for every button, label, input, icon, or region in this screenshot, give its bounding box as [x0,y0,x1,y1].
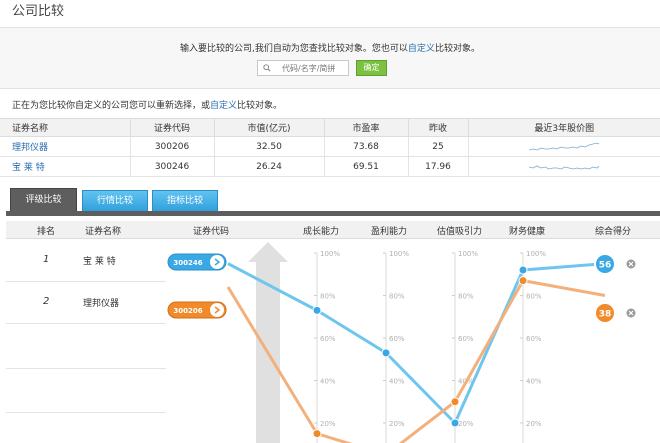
score-value: 38 [599,310,612,320]
code-badge-label: 300246 [173,259,202,267]
axis-tick-label: 100% [526,250,546,258]
series-line [227,262,606,425]
axis-tick-label: 80% [458,293,474,301]
score-value: 56 [599,261,612,271]
axis-tick-label: 60% [526,335,542,343]
data-point [450,418,460,428]
company-compare-page: 公司比较 输入要比较的公司,我们自动为您查找比较对象。您也可以自定义比较对象。 … [0,0,660,443]
chevron-right-icon [210,303,224,317]
up-arrow-icon [248,242,288,443]
axis-tick-label: 20% [320,420,336,428]
data-point [312,305,322,315]
code-badge-label: 300206 [173,307,202,315]
data-point [518,265,528,275]
data-point [450,397,460,407]
axis-tick-label: 100% [389,250,409,258]
axis-tick-label: 80% [320,293,336,301]
data-point [381,348,391,358]
axis-tick-label: 60% [389,335,405,343]
axis-tick-label: 100% [320,250,340,258]
chevron-right-icon [210,255,224,269]
axis-tick-label: 40% [320,378,336,386]
axis-tick-label: 60% [320,335,336,343]
axis-tick-label: 20% [526,420,542,428]
axis-tick-label: 40% [526,378,542,386]
series-line [226,279,606,443]
code-badge: 300206 [167,301,227,319]
axis-tick-label: 60% [458,335,474,343]
axis-tick-label: 80% [389,293,405,301]
axis-tick-label: 20% [458,420,474,428]
axis-tick-label: 80% [526,293,542,301]
rating-chart: 100% 80% 60% 40% 20% 100% 80% 60% 40% 20% 100% 80% 6… [167,242,636,443]
axis-tick-label: 20% [389,420,405,428]
data-point [518,276,528,286]
axis-tick-label: 40% [389,378,405,386]
data-point [312,429,322,439]
code-badge: 300246 [167,253,227,271]
axis-tick-label: 100% [458,250,478,258]
